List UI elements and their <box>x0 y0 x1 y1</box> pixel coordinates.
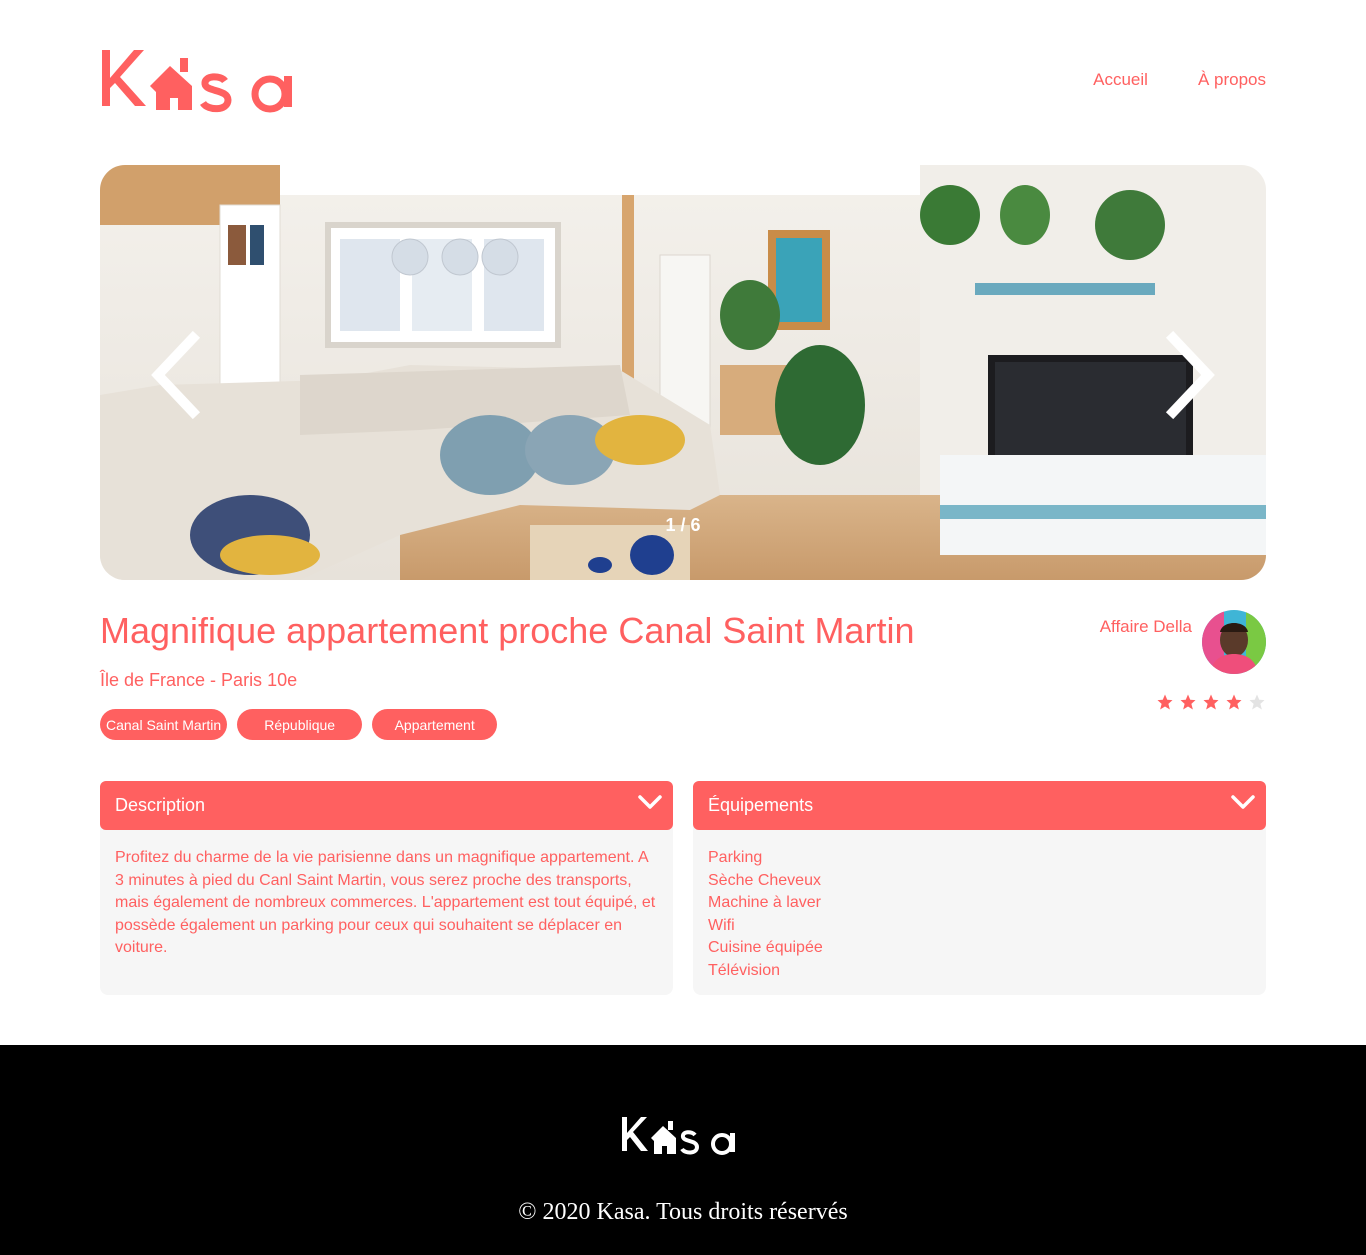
list-item: Sèche Cheveux <box>708 871 821 889</box>
description-title: Description <box>115 795 206 815</box>
host-name: Affaire Della <box>1099 617 1192 636</box>
avatar <box>1202 610 1266 674</box>
tag: Canal Saint Martin <box>100 709 228 740</box>
photo-carousel: 1 / 6 <box>100 165 1266 580</box>
star-icon <box>1249 694 1265 710</box>
description-body: Profitez du charme de la vie parisienne … <box>100 821 673 995</box>
previous-arrow[interactable] <box>148 330 208 420</box>
nav-accueil[interactable]: Accueil <box>1093 70 1148 90</box>
tag: République <box>237 709 363 740</box>
listing-location: Île de France - Paris 10e <box>100 670 298 690</box>
site-footer: © 2020 Kasa. Tous droits réservés <box>0 1045 1366 1255</box>
equipment-body: Parking Sèche Cheveux Machine à laver Wi… <box>693 821 1266 995</box>
chevron-right-icon <box>1165 330 1215 420</box>
chevron-down-icon <box>638 795 662 809</box>
listing-title: Magnifique appartement proche Canal Sain… <box>100 610 915 651</box>
star-icon <box>1203 694 1219 710</box>
list-item: Wifi <box>708 916 735 934</box>
star-icon <box>1157 694 1173 710</box>
equipment-collapse: Équipements Parking Sèche Cheveux Machin… <box>693 781 1266 995</box>
slide-counter: 1 / 6 <box>665 515 701 535</box>
description-text: Profitez du charme de la vie parisienne … <box>115 849 656 956</box>
chevron-left-icon <box>151 330 201 420</box>
next-arrow[interactable] <box>1158 330 1218 420</box>
nav-a-propos[interactable]: À propos <box>1198 70 1266 90</box>
list-item: Machine à laver <box>708 894 821 911</box>
main-nav: Accueil À propos <box>1093 70 1266 90</box>
equipment-toggle[interactable]: Équipements <box>693 781 1266 830</box>
list-item: Télévision <box>708 961 781 979</box>
footer-kasa-logo <box>620 1113 746 1157</box>
kasa-logo[interactable] <box>100 44 310 116</box>
equipment-list: Parking Sèche Cheveux Machine à laver Wi… <box>708 847 1251 982</box>
site-header: Accueil À propos <box>100 44 1266 116</box>
tag-list: Canal Saint Martin République Appartemen… <box>100 709 498 740</box>
tag: Appartement <box>372 709 498 740</box>
host-info: Affaire Della <box>1100 610 1266 674</box>
equipment-title: Équipements <box>708 795 814 815</box>
list-item: Parking <box>708 849 763 866</box>
list-item: Cuisine équipée <box>708 939 823 956</box>
star-icon <box>1226 694 1242 710</box>
description-collapse: Description Profitez du charme de la vie… <box>100 781 673 995</box>
description-toggle[interactable]: Description <box>100 781 673 830</box>
star-icon <box>1180 694 1196 710</box>
rating-stars <box>1156 693 1266 711</box>
chevron-down-icon <box>1231 795 1255 809</box>
copyright-text: © 2020 Kasa. Tous droits réservés <box>518 1199 848 1225</box>
